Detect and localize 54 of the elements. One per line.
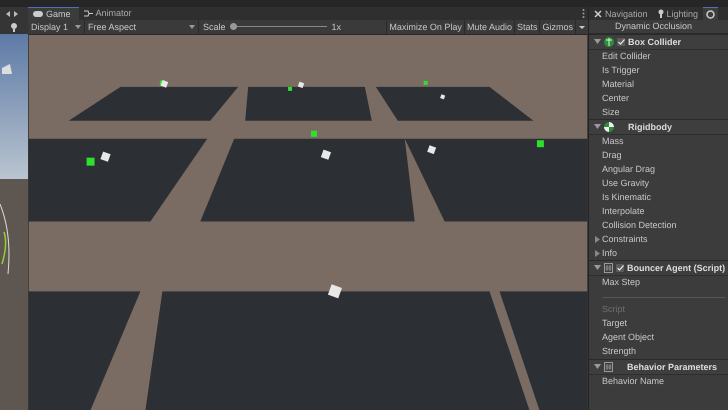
property-label: Is Trigger [601,64,641,77]
foldout-icon[interactable] [594,124,601,130]
toolbar-toggle[interactable]: Mute Audio [464,20,514,34]
property-label: Interpolate [601,204,646,218]
component-title: Behavior Parameters [627,362,718,372]
panel-tab[interactable]: Lighting [652,7,704,20]
property-label: Target [601,317,628,330]
toolbar-toggle[interactable]: Maximize On Play [386,20,464,34]
game-tab[interactable]: Game [28,7,79,20]
scale-label: Scale [203,22,226,32]
property-label: Behavior Name [601,374,666,388]
foldout-icon[interactable] [594,265,601,272]
enable-checkbox[interactable] [617,38,625,46]
property-label: Angular Drag [601,163,656,176]
property-label: Strength [601,345,638,358]
component-title: Rigidbody [628,122,672,132]
edit-collider-button[interactable]: Edit Collider [589,50,728,64]
property-label: Agent Object [601,331,656,344]
component-header[interactable]: Box Collider [589,34,728,50]
property-label: Drag [601,149,623,162]
component-title: Bouncer Agent (Script) [627,263,726,274]
property-label: Center [601,92,630,105]
property-label: Material [601,78,636,91]
component-header[interactable]: Bouncer Agent (Script) [589,260,728,276]
enable-checkbox[interactable] [616,264,624,272]
component-header[interactable]: Rigidbody [589,119,728,136]
caret-icon [75,24,81,29]
game-tab[interactable]: Animator [78,7,140,20]
foldout-icon[interactable] [594,364,601,370]
scale-value: 1x [332,22,342,32]
component-title: Box Collider [628,37,682,47]
light-bulb-icon[interactable] [10,22,18,32]
component-header[interactable]: Behavior Parameters [589,358,728,375]
info-icon [706,10,716,18]
more-icon[interactable] [582,9,585,18]
toolbar-toggle[interactable]: Gizmos [539,20,575,34]
property-label: Collision Detection [601,218,678,232]
property-label: Is Kinematic [601,191,652,204]
light-bulb-icon [658,9,664,18]
check-icon [618,39,624,45]
aspect-dropdown[interactable]: Free Aspect [85,20,199,34]
display-dropdown[interactable]: Display 1 [28,20,85,34]
property-label: Size [601,106,621,119]
foldout-icon[interactable] [594,39,601,45]
property-label: Use Gravity [601,177,650,190]
check-icon [616,265,624,272]
animator-icon [84,10,93,17]
property-label: Max Step [601,276,642,290]
caret-icon [189,24,195,29]
property-label: Mass [601,135,625,148]
inspector-tab[interactable] [703,7,718,20]
property-label[interactable]: Constraints [602,232,648,247]
property-label[interactable]: Info [602,246,618,260]
panel-tab[interactable]: Navigation [589,7,653,20]
